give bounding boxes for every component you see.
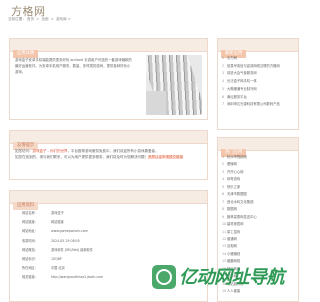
popular-app-item[interactable]: 13百相网: [222, 243, 257, 250]
tip-line1-prefix: 如您访问：: [15, 149, 33, 153]
info-key: 收录时间：: [22, 238, 38, 243]
breadcrumb-current[interactable]: 游戏库 >: [56, 17, 71, 21]
list-item-label[interactable]: 南坛服务平台: [227, 95, 247, 99]
info-value: 1ZQ8P: [51, 257, 62, 262]
list-item-label[interactable]: 天津市数据图: [227, 192, 247, 196]
latest-apps-panel: 最新应用 1 引力网 2 信易号电信与高效网络互联的方格网 3 前进大会气象服务网 4 长泛盒…: [217, 38, 299, 130]
latest-app-item[interactable]: 1 引力网: [222, 55, 280, 63]
list-item-label[interactable]: 大鹰暖通专业制冷网: [227, 87, 257, 91]
watermark-text: 亿动网址导航: [179, 267, 285, 287]
info-row: 网站名称： 游戏盒子: [22, 209, 103, 218]
tip-line2: 如您在找到的，请与我们联系，可以为用户提供更多服务，我们将及时为您解决问题！: [15, 155, 148, 159]
popular-apps-header: 热门应用: [218, 138, 298, 157]
info-row: 相关链接： http://wangsouthhao2.jbotn.com: [22, 273, 103, 282]
detail-panel: 应用详情 游戏盒子安卓手机端能提供很多好玩 android 手游用户可选的一套游…: [9, 38, 208, 120]
info-value: 游戏盒子: [51, 211, 64, 215]
tip-site-link[interactable]: 游戏盒子 - 你们的世界: [33, 149, 68, 153]
breadcrumb-home[interactable]: 首页: [27, 17, 34, 21]
list-item-label[interactable]: 信易号电信与高效网络互联的方格网: [227, 64, 280, 68]
info-key: 网站标识：: [22, 257, 38, 262]
tip-line1-rest: ，平台推荐游戏服务免费中，我们欢迎所有小游戏喜爱者。: [67, 149, 159, 153]
info-key: 网站名称：: [22, 211, 38, 215]
info-value: 中国 北京: [51, 266, 65, 271]
list-item-label[interactable]: 西北水利文化集团: [227, 200, 253, 204]
latest-apps-list: 1 引力网 2 信易号电信与高效网络互联的方格网 3 前进大会气象服务网 4 长泛盒子网手机一…: [222, 55, 280, 109]
info-value: 2024-05-29 08:05: [51, 238, 80, 243]
list-item-label[interactable]: 深圳申达光源科技有限公司数码产品: [227, 102, 280, 106]
detail-panel-header: 应用详情: [10, 39, 207, 58]
info-value: 游戏软件 [IRC/Net] 最新软件: [51, 247, 93, 252]
info-value[interactable]: www.gamepocsen.com: [51, 229, 88, 233]
tip-text: 如您访问：游戏盒子 - 你们的世界，平台推荐游戏服务免费中，我们欢迎所有小游戏喜…: [15, 148, 203, 160]
list-item-label[interactable]: 体育游戏: [227, 177, 240, 181]
info-row: 网站概括： 游戏软件 [IRC/Net] 最新软件: [22, 246, 103, 255]
breadcrumb-sep: >: [49, 17, 55, 21]
breadcrumb: 当前位置：首页 > 全部 > 游戏库 >: [8, 17, 72, 22]
latest-apps-header: 最新应用: [218, 39, 298, 58]
list-item-label[interactable]: 前进大会气象服务网: [227, 71, 257, 75]
popular-app-item[interactable]: 19人人健康: [222, 288, 257, 295]
latest-app-item[interactable]: 7 深圳申达光源科技有限公司数码产品: [222, 101, 280, 109]
latest-app-item[interactable]: 2 信易号电信与高效网络互联的方格网: [222, 63, 280, 71]
list-item-label[interactable]: 数据网: [227, 207, 237, 211]
list-item-label[interactable]: 快乐之家: [227, 185, 240, 189]
list-item-label[interactable]: 人人健康: [227, 289, 240, 293]
popular-app-item[interactable]: 8 数据网: [222, 206, 257, 213]
list-item-label[interactable]: 杭州市残疾网: [227, 155, 247, 159]
info-row: 收录时间： 2024-05-29 08:05: [22, 237, 103, 246]
popular-app-item[interactable]: 4 体育游戏: [222, 176, 257, 183]
list-item-label[interactable]: 长泛盒子网手机一体: [227, 79, 257, 83]
info-row: 所在地区： 中国 北京: [22, 264, 103, 273]
watermark: 亿动网址导航: [152, 265, 302, 289]
list-item-label[interactable]: 建材家居网: [227, 222, 243, 226]
list-item-label[interactable]: 引力网: [227, 56, 237, 60]
watermark-logo-icon: [152, 265, 176, 289]
list-item-label[interactable]: 开开心心网: [227, 170, 243, 174]
popular-app-item[interactable]: 9 格林豪泰网发送中心: [222, 214, 257, 221]
list-item-label[interactable]: 普通网: [227, 237, 237, 241]
breadcrumb-all[interactable]: 全部: [41, 17, 48, 21]
list-item-label[interactable]: 百相网: [227, 244, 237, 248]
info-row: 网站标识： 1ZQ8P: [22, 255, 103, 264]
info-value[interactable]: http://wangsouthhao2.jbotn.com: [51, 275, 103, 279]
list-item-label[interactable]: 厚工招商: [227, 230, 240, 234]
popular-app-item[interactable]: 5 快乐之家: [222, 184, 257, 191]
tip-panel: 友情提示 如您访问：游戏盒子 - 你们的世界，平台推荐游戏服务免费中，我们欢迎所…: [9, 130, 208, 180]
breadcrumb-prefix: 当前位置：: [8, 17, 26, 21]
info-list: 网站名称： 游戏盒子 网站链接： 网站链接 网站地址： www.gamepocsen.…: [22, 209, 103, 283]
popular-app-item[interactable]: 3 开开心心网: [222, 169, 257, 176]
breadcrumb-sep: >: [35, 17, 41, 21]
popular-app-item[interactable]: 7 西北水利文化集团: [222, 199, 257, 206]
tip-panel-header: 友情提示: [10, 131, 207, 150]
info-key: 所在地区：: [22, 266, 38, 271]
popular-app-item[interactable]: 11厚工招商: [222, 229, 257, 236]
popular-app-item[interactable]: 12普通网: [222, 236, 257, 243]
popular-app-item[interactable]: 14小猪赚钱: [222, 251, 257, 258]
info-row: 网站链接： 网站链接: [22, 218, 103, 227]
popular-app-item[interactable]: 2 看懂网: [222, 161, 257, 168]
info-panel-header: 应用资料: [10, 191, 207, 210]
popular-app-item[interactable]: 1 杭州市残疾网: [222, 154, 257, 161]
list-item-label[interactable]: 格林豪泰网发送中心: [227, 215, 257, 219]
latest-app-item[interactable]: 6 南坛服务平台: [222, 94, 280, 102]
info-row: 网站地址： www.gamepocsen.com: [22, 227, 103, 236]
latest-app-item[interactable]: 5 大鹰暖通专业制冷网: [222, 86, 280, 94]
latest-app-item[interactable]: 4 长泛盒子网手机一体: [222, 78, 280, 86]
list-item-label[interactable]: 看懂网: [227, 162, 237, 166]
app-thumbnail: [146, 55, 202, 115]
popular-app-item[interactable]: 6 天津市数据图: [222, 191, 257, 198]
list-item-label[interactable]: 小猪赚钱: [227, 252, 240, 256]
info-key: 网站概括：: [22, 247, 38, 252]
app-description: 游戏盒子安卓手机端能提供很多好玩 android 手游用户可选的一套游戏赚款的最…: [15, 58, 132, 74]
info-key: 网站链接：: [22, 220, 38, 225]
certification-link[interactable]: 资质认证申请提交链接: [148, 155, 183, 159]
latest-app-item[interactable]: 3 前进大会气象服务网: [222, 70, 280, 78]
info-value[interactable]: 网站链接: [51, 220, 64, 224]
list-item-label[interactable]: 盛趣网络: [227, 259, 240, 263]
info-key: 网站地址：: [22, 229, 38, 234]
popular-app-item[interactable]: 10建材家居网: [222, 221, 257, 228]
info-key: 相关链接：: [22, 275, 38, 280]
